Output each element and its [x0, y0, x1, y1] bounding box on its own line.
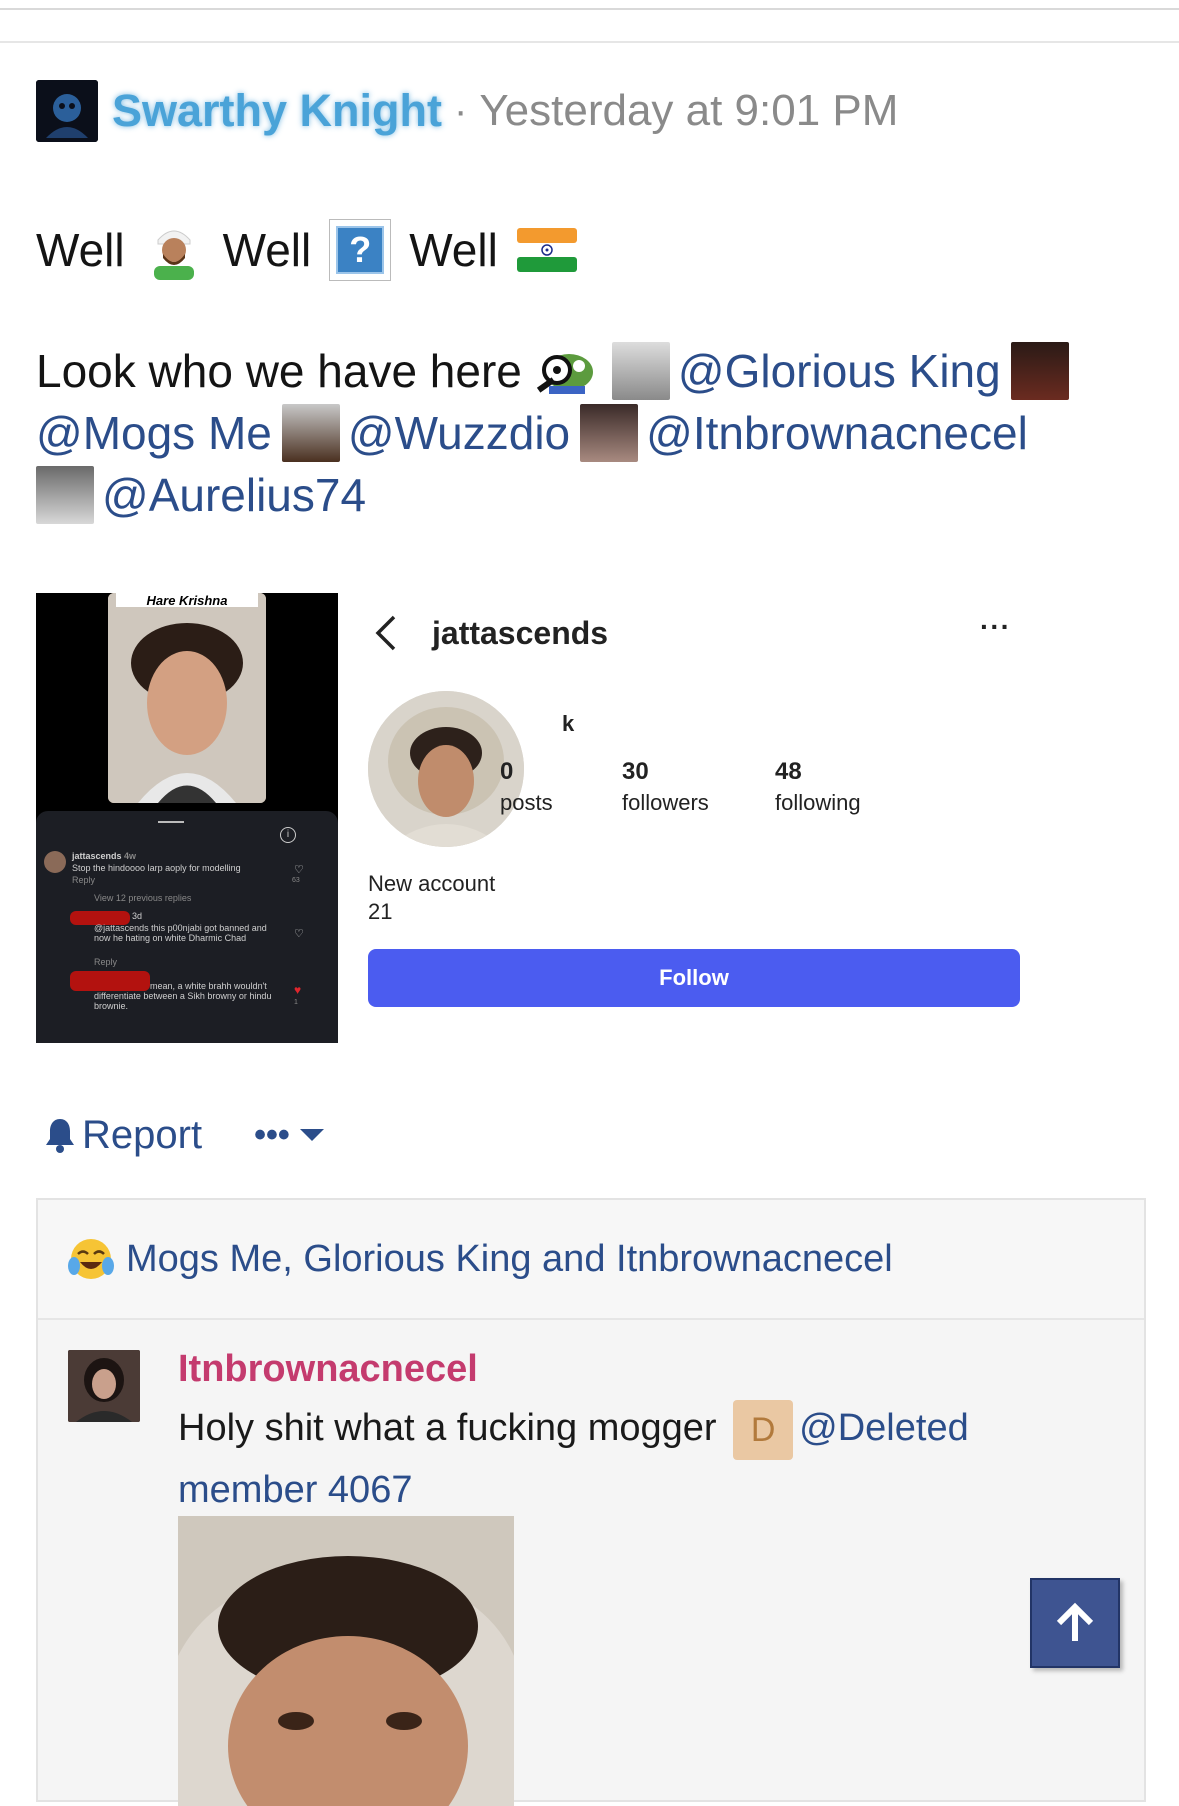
caret-down-icon — [299, 1129, 324, 1141]
report-label: Report — [82, 1112, 203, 1157]
following-stat: 48 following — [775, 758, 861, 816]
post-timestamp[interactable]: Yesterday at 9:01 PM — [479, 86, 898, 136]
mention-wuzzdio[interactable]: @Wuzzdio — [348, 402, 570, 464]
following-count: 48 — [775, 758, 802, 785]
followers-label: followers — [622, 790, 709, 815]
followers-count: 30 — [622, 758, 649, 785]
india-flag-icon — [516, 219, 578, 281]
video-frame — [108, 593, 266, 803]
comment-time: 4w — [124, 851, 137, 861]
comments-panel: i jattascends 4w Stop the hindoooo larp … — [36, 811, 338, 1043]
wuzzdio-avatar[interactable] — [281, 404, 340, 462]
reply-text: brownie. — [94, 1001, 129, 1011]
scroll-to-top-button[interactable] — [1030, 1578, 1120, 1668]
like-count: 1 — [294, 999, 298, 1006]
post-word: Well — [36, 224, 125, 276]
posts-stat: 0 posts — [500, 758, 553, 816]
pepe-magnifier-emoji-icon — [534, 340, 596, 402]
bell-icon — [46, 1119, 74, 1153]
comment-reply: Reply — [72, 875, 96, 885]
man-turban-emoji-icon — [143, 219, 205, 281]
author-name[interactable]: Swarthy Knight — [112, 85, 442, 137]
comment-body: Holy shit what a fucking mogger D @Delete… — [178, 1398, 1038, 1520]
question-box-icon: ? — [329, 219, 392, 281]
more-actions-menu[interactable]: ••• — [254, 1116, 324, 1155]
post-line-1: Well Well ? Well — [36, 215, 596, 285]
follow-button: Follow — [368, 949, 1020, 1007]
back-chevron-icon — [374, 613, 398, 663]
report-link[interactable]: Report — [44, 1113, 202, 1158]
following-label: following — [775, 790, 861, 815]
reply-text: mean, a white brahh wouldn't — [150, 981, 267, 991]
reactions-text: Mogs Me, Glorious King and Itnbrownacnec… — [126, 1237, 893, 1280]
mention-aurelius74[interactable]: @Aurelius74 — [102, 464, 366, 526]
comment-text: Stop the hindoooo larp aoply for modelli… — [72, 863, 241, 873]
comment-user: jattascends — [72, 851, 122, 861]
mention-glorious-king[interactable]: @Glorious King — [678, 340, 1001, 402]
itnbrownacnecel-avatar[interactable] — [580, 404, 639, 462]
reactions-and-replies: Mogs Me, Glorious King and Itnbrownacnec… — [36, 1198, 1146, 1806]
reactions-bar[interactable]: Mogs Me, Glorious King and Itnbrownacnec… — [38, 1200, 1144, 1320]
post-header: Swarthy Knight · Yesterday at 9:01 PM — [36, 78, 898, 144]
post-word: Well — [222, 224, 312, 276]
post-text: Look who we have here — [36, 345, 522, 397]
header-separator: · — [454, 88, 468, 133]
arrow-up-icon — [1056, 1602, 1094, 1641]
posts-label: posts — [500, 790, 553, 815]
ellipsis-icon: ••• — [254, 1115, 290, 1154]
more-dots-icon: ··· — [980, 611, 1011, 642]
comment-text: Holy shit what a fucking mogger — [178, 1407, 717, 1449]
author-avatar[interactable] — [36, 80, 98, 142]
post-mentions: Look who we have here @Glorious King @Mo… — [36, 340, 1146, 526]
mention-itnbrownacnecel[interactable]: @Itnbrownacnecel — [646, 402, 1028, 464]
profile-username: jattascends — [432, 615, 609, 651]
post-actions: Report ••• — [44, 1110, 324, 1160]
aurelius74-avatar[interactable] — [36, 466, 94, 524]
post-word: Well — [409, 224, 498, 276]
post-divider — [0, 41, 1179, 43]
mogs-me-avatar[interactable] — [1010, 342, 1069, 400]
profile-name: k — [562, 711, 575, 736]
reply-text: differentiate between a Sikh browny or h… — [94, 991, 272, 1001]
view-replies: View 12 previous replies — [94, 893, 192, 903]
attached-image-profile[interactable]: jattascends ··· k 0 posts 30 followers 4… — [360, 593, 1040, 1043]
glorious-king-avatar[interactable] — [611, 342, 670, 400]
reply-time: 3d — [132, 911, 143, 921]
reply-reply: Reply — [94, 957, 118, 967]
top-divider — [0, 8, 1179, 10]
reply-comment: Itnbrownacnecel Holy shit what a fucking… — [38, 1320, 1144, 1806]
crying-laughing-emoji-icon — [68, 1239, 114, 1279]
profile-bio: New account — [368, 871, 496, 896]
attached-image-comments[interactable]: Hare Krishna i jattascends 4w Stop the h… — [36, 593, 338, 1043]
profile-bio: 21 — [368, 899, 393, 924]
deleted-member-avatar: D — [733, 1399, 794, 1460]
mention-mogs-me[interactable]: @Mogs Me — [36, 402, 272, 464]
like-count: 63 — [292, 877, 300, 884]
video-label: Hare Krishna — [116, 593, 258, 608]
reply-text: @jattascends this p00njabi got banned an… — [94, 923, 267, 933]
comment-photo[interactable] — [178, 1516, 514, 1806]
followers-stat: 30 followers — [622, 758, 709, 816]
posts-count: 0 — [500, 758, 514, 785]
commenter-name[interactable]: Itnbrownacnecel — [178, 1348, 478, 1391]
reply-text: now he hating on white Dharmic Chad — [94, 933, 247, 943]
commenter-avatar[interactable] — [68, 1350, 140, 1422]
